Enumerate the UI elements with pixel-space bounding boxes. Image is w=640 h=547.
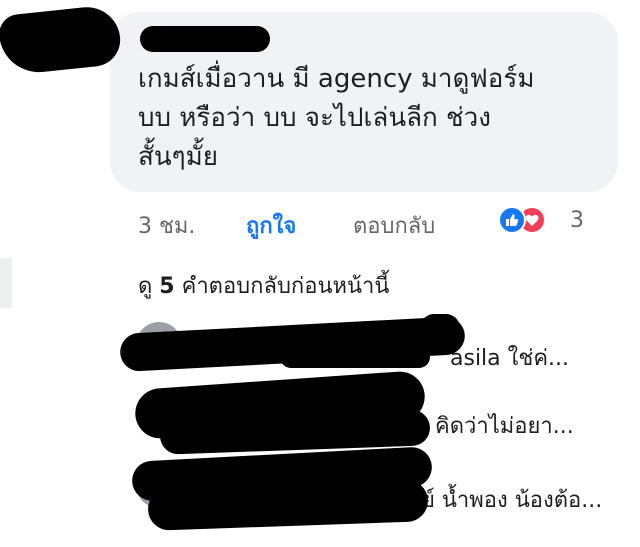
reply-preview-text: คิดว่าไม่อยา... — [435, 414, 574, 439]
reply-item[interactable]: asila ใช่ค่... — [0, 314, 640, 380]
reply-item[interactable]: ย์ น้ำพอง น้องต้อ... — [0, 446, 640, 531]
reply-item[interactable]: คิดว่าไม่อยา... — [0, 369, 640, 455]
view-previous-replies-link[interactable]: ดู 5 คำตอบกลับก่อนหน้านี้ — [138, 268, 389, 303]
left-edge-fragment — [0, 258, 12, 308]
thumbs-up-icon — [498, 206, 526, 234]
reply-preview-text: asila ใช่ค่... — [450, 346, 570, 371]
view-prev-count: 5 — [159, 274, 175, 299]
reactions-summary[interactable]: 3 — [498, 206, 584, 236]
view-prev-prefix: ดู — [138, 274, 153, 299]
view-prev-suffix: คำตอบกลับก่อนหน้านี้ — [181, 274, 390, 299]
redaction-mark — [280, 346, 430, 368]
reaction-count: 3 — [570, 208, 584, 233]
redacted-author-name — [140, 26, 270, 52]
redaction-mark — [147, 479, 429, 531]
comment-timestamp[interactable]: 3 ชม. — [138, 208, 195, 243]
redacted-avatar — [0, 3, 123, 77]
reply-preview-text: ย์ น้ำพอง น้องต้อ... — [422, 488, 603, 513]
redaction-mark — [420, 314, 460, 342]
reply-button[interactable]: ตอบกลับ — [353, 208, 435, 243]
like-button[interactable]: ถูกใจ — [246, 208, 296, 243]
comment-text: เกมส์เมื่อวาน มี agency มาดูฟอร์ม บบ หรื… — [138, 64, 535, 172]
